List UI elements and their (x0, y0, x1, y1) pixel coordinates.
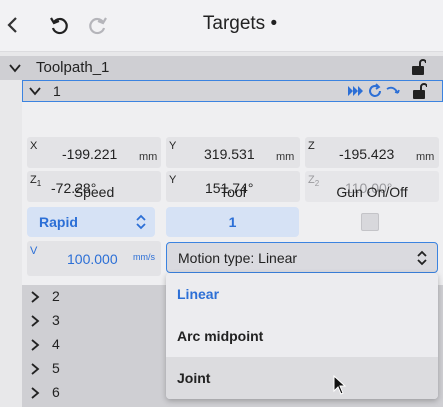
tree-item-label: 4 (52, 336, 60, 352)
back-button[interactable] (4, 12, 22, 38)
tool-column-label: Tool (220, 184, 246, 200)
lock-open-icon[interactable] (410, 58, 426, 76)
motion-type-select[interactable]: Motion type: Linear (166, 242, 438, 273)
y-tag: Y (169, 140, 177, 152)
velocity-tag: V (30, 245, 38, 257)
tree-item-2[interactable]: 2 (22, 285, 162, 309)
tree-item-3[interactable]: 3 (22, 309, 162, 333)
updown-chevron-icon (136, 214, 146, 230)
redo-icon[interactable] (85, 13, 109, 37)
chevron-down-icon[interactable] (8, 61, 22, 75)
motion-option-joint[interactable]: Joint (166, 357, 438, 399)
speed-value: Rapid (39, 214, 78, 230)
undo-icon[interactable] (48, 13, 72, 37)
x-tag: X (30, 140, 38, 152)
mouse-pointer-icon (333, 375, 347, 395)
tree-item-label: 3 (52, 312, 60, 328)
velocity-field[interactable]: V 100.000 mm/s (27, 241, 161, 276)
updown-chevron-icon (417, 250, 427, 266)
x-field[interactable]: X -199.221 mm (27, 137, 161, 168)
z-tag: Z (308, 140, 315, 152)
chevron-right-icon[interactable] (28, 338, 42, 352)
lock-open-icon[interactable] (411, 82, 427, 100)
loop-icon[interactable] (367, 83, 383, 99)
option-label: Linear (177, 286, 220, 302)
chevron-right-icon[interactable] (28, 314, 42, 328)
tree-item-1[interactable]: 1 (22, 80, 443, 102)
option-label: Arc midpoint (177, 328, 264, 344)
page-title: Targets • (202, 13, 278, 34)
arc-icon[interactable] (385, 84, 401, 98)
chevron-right-icon[interactable] (28, 362, 42, 376)
chevron-right-icon[interactable] (28, 290, 42, 304)
motion-option-linear[interactable]: Linear (166, 273, 438, 315)
z-field[interactable]: Z -195.423 mm (305, 137, 439, 168)
z-unit: mm (416, 151, 435, 163)
tree-item-label: 1 (53, 83, 61, 99)
tree-item-4[interactable]: 4 (22, 333, 162, 357)
y-value: 319.531 (204, 146, 255, 162)
gun-column-label: Gun On/Off (336, 184, 408, 200)
tree-item-6[interactable]: 6 (22, 381, 162, 405)
gun-toggle-checkbox[interactable] (361, 213, 379, 231)
motion-type-dropdown: Linear Arc midpoint Joint (166, 273, 438, 399)
chevron-down-icon[interactable] (28, 84, 42, 98)
y-field[interactable]: Y 319.531 mm (166, 137, 300, 168)
speed-column-label: Speed (73, 184, 115, 200)
tree-toolpath-row[interactable]: Toolpath_1 (0, 56, 443, 80)
tree-item-label: 5 (52, 360, 60, 376)
speed-select[interactable]: Rapid (27, 207, 155, 237)
option-label: Joint (177, 370, 211, 386)
toolpath-label: Toolpath_1 (36, 59, 110, 76)
z-value: -195.423 (339, 146, 395, 162)
chevron-left-icon (7, 17, 17, 33)
fast-forward-icon[interactable] (348, 84, 364, 98)
y-unit: mm (276, 151, 295, 163)
velocity-unit: mm/s (133, 252, 155, 262)
tool-field[interactable]: 1 (166, 207, 299, 237)
motion-option-arc-midpoint[interactable]: Arc midpoint (166, 315, 438, 357)
tree-item-label: 6 (52, 384, 60, 400)
tool-value: 1 (228, 214, 237, 230)
x-unit: mm (139, 151, 158, 163)
x-value: -199.221 (62, 146, 118, 162)
header-bar: Targets • (0, 0, 443, 52)
tree-item-label: 2 (52, 288, 60, 304)
motion-type-value: Motion type: Linear (178, 250, 298, 266)
chevron-right-icon[interactable] (28, 386, 42, 400)
velocity-value: 100.000 (67, 251, 118, 267)
tree-item-5[interactable]: 5 (22, 357, 162, 381)
